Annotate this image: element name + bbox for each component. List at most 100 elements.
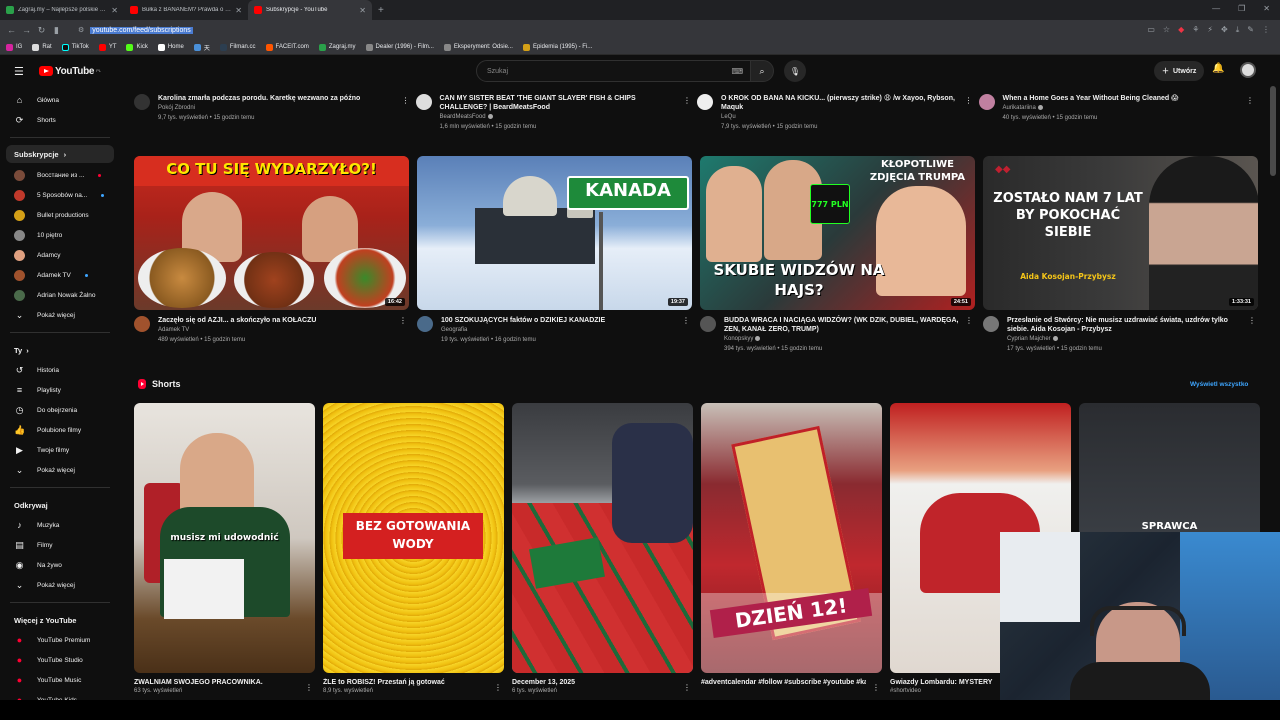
- bookmark-item[interactable]: FACEIT.com: [265, 43, 309, 51]
- video-title[interactable]: 100 SZOKUJĄCYCH faktów o DZIKIEJ KANADZI…: [441, 316, 605, 325]
- minimize-icon[interactable]: —: [1212, 4, 1220, 13]
- close-window-icon[interactable]: ✕: [1263, 4, 1270, 13]
- video-card[interactable]: When a Home Goes a Year Without Being Cl…: [978, 86, 1261, 132]
- puzzle-icon[interactable]: ✥: [1221, 25, 1228, 35]
- extension-icon[interactable]: ⚡: [1207, 25, 1213, 35]
- maximize-icon[interactable]: ❐: [1238, 4, 1245, 13]
- channel-avatar[interactable]: [417, 316, 433, 332]
- short-card[interactable]: musisz mi udowodnić ZWALNIAM SWOJEGO PRA…: [134, 403, 315, 696]
- more-options-icon[interactable]: ⋮: [305, 683, 313, 692]
- video-card[interactable]: Karolina zmarła podczas porodu. Karetkę …: [134, 86, 416, 132]
- youtube-logo[interactable]: YouTube PL: [39, 66, 101, 77]
- bookmark-icon[interactable]: ▮: [49, 25, 64, 36]
- sidebar-channel[interactable]: Восстание из ...: [0, 165, 120, 185]
- video-title[interactable]: When a Home Goes a Year Without Being Cl…: [1003, 94, 1238, 103]
- more-options-icon[interactable]: ⋮: [683, 96, 691, 105]
- page-scrollbar[interactable]: [1270, 86, 1276, 176]
- close-icon[interactable]: ✕: [235, 6, 242, 15]
- keyboard-icon[interactable]: ⌨: [731, 67, 743, 76]
- video-card[interactable]: KANADA 19:37 100 SZOKUJĄCYCH faktów o DZ…: [417, 156, 692, 354]
- sidebar-item-your-videos[interactable]: ▶ Twoje filmy: [0, 440, 120, 460]
- more-options-icon[interactable]: ⋮: [965, 316, 973, 325]
- sidebar-show-more[interactable]: ⌄ Pokaż więcej: [0, 305, 120, 325]
- sidebar-channel[interactable]: Adamcy: [0, 245, 120, 265]
- back-icon[interactable]: ←: [4, 25, 19, 35]
- channel-name[interactable]: Konopskyy: [724, 336, 753, 342]
- more-options-icon[interactable]: ⋮: [494, 683, 502, 692]
- channel-avatar[interactable]: [134, 94, 150, 110]
- search-button[interactable]: ⌕: [750, 60, 774, 82]
- short-card[interactable]: DZIEŃ 12! #adventcalendar #follow #subsc…: [701, 403, 882, 696]
- download-icon[interactable]: ⤓: [1236, 25, 1240, 35]
- reload-icon[interactable]: ↻: [34, 25, 49, 36]
- channel-name[interactable]: Pokój Zbrodni: [158, 104, 416, 113]
- more-options-icon[interactable]: ⋮: [682, 316, 690, 325]
- extension-icon[interactable]: ⚘: [1192, 25, 1199, 35]
- video-thumbnail[interactable]: ◆◆ ZOSTAŁO NAM 7 LAT BY POKOCHAĆ SIEBIE …: [983, 156, 1258, 310]
- sidebar-channel[interactable]: Adrian Nowak Żalno: [0, 285, 120, 305]
- bookmark-item[interactable]: Zagraj.my: [318, 43, 356, 51]
- edit-icon[interactable]: ✎: [1247, 25, 1254, 35]
- forward-icon[interactable]: →: [19, 25, 34, 35]
- sidebar-item-music[interactable]: ♪ Muzyka: [0, 515, 120, 535]
- bookmark-item[interactable]: Home: [157, 43, 184, 51]
- notifications-bell-icon[interactable]: 🔔: [1212, 63, 1224, 74]
- sidebar-item-shorts[interactable]: ⟳ Shorts: [0, 110, 120, 130]
- bookmark-item[interactable]: YT: [98, 43, 116, 51]
- browser-tab[interactable]: Bułka z BANANEM? Prawda o Subsk✕: [124, 0, 248, 20]
- video-thumbnail[interactable]: KANADA 19:37: [417, 156, 692, 310]
- channel-avatar[interactable]: [415, 94, 432, 110]
- sidebar-show-more[interactable]: ⌄ Pokaż więcej: [0, 575, 120, 595]
- more-options-icon[interactable]: ⋮: [965, 96, 973, 105]
- more-options-icon[interactable]: ⋮: [683, 683, 691, 692]
- short-title[interactable]: #adventcalendar #follow #subscribe #yout…: [701, 678, 866, 687]
- short-card[interactable]: December 13, 2025 6 tys. wyświetleń ⋮: [512, 403, 693, 696]
- sidebar-channel[interactable]: Adamek TV: [0, 265, 120, 285]
- star-icon[interactable]: ☆: [1163, 25, 1170, 35]
- more-options-icon[interactable]: ⋮: [399, 316, 407, 325]
- video-thumbnail[interactable]: KŁOPOTLIWE ZDJĘCIA TRUMPA 777 PLN SKUBIE…: [700, 156, 975, 310]
- channel-avatar[interactable]: [697, 94, 713, 110]
- more-options-icon[interactable]: ⋮: [1246, 96, 1254, 105]
- sidebar-item-live[interactable]: ◉ Na żywo: [0, 555, 120, 575]
- avatar[interactable]: [1240, 62, 1256, 78]
- bookmark-item[interactable]: TikTok: [61, 43, 89, 51]
- channel-name[interactable]: Aurikatariina: [1003, 105, 1036, 111]
- show-all-shorts-link[interactable]: Wyświetl wszystko: [1190, 381, 1248, 388]
- channel-name[interactable]: BeardMeatsFood: [440, 114, 486, 120]
- sidebar-item-subscriptions[interactable]: Subskrypcje ›: [6, 145, 114, 163]
- sidebar-channel[interactable]: 5 Sposobów na...: [0, 185, 120, 205]
- sidebar-item-history[interactable]: ↺ Historia: [0, 360, 120, 380]
- bookmark-item[interactable]: Dealer (1996) - Film...: [365, 43, 434, 51]
- search-input[interactable]: Szukaj ⌨: [476, 60, 752, 82]
- voice-search-button[interactable]: 🎙: [784, 60, 806, 82]
- short-thumbnail[interactable]: DZIEŃ 12!: [701, 403, 882, 673]
- bookmark-item[interactable]: 天: [193, 43, 210, 52]
- menu-icon[interactable]: ⋮: [1262, 25, 1270, 35]
- sidebar-item-music-app[interactable]: ● YouTube Music: [0, 670, 120, 690]
- short-thumbnail[interactable]: [512, 403, 693, 673]
- video-thumbnail[interactable]: CO TU SIĘ WYDARZYŁO?! 16:42: [134, 156, 409, 310]
- close-icon[interactable]: ✕: [111, 6, 118, 15]
- channel-avatar[interactable]: [978, 94, 995, 110]
- new-tab-button[interactable]: +: [372, 5, 390, 16]
- create-button[interactable]: ＋ Utwórz: [1154, 61, 1205, 81]
- video-title[interactable]: O KROK OD BANA NA KICKU... (pierwszy str…: [721, 94, 956, 112]
- sidebar-channel[interactable]: 10 piętro: [0, 225, 120, 245]
- short-title[interactable]: December 13, 2025: [512, 678, 677, 687]
- more-options-icon[interactable]: ⋮: [1248, 316, 1256, 325]
- sidebar-item-studio[interactable]: ● YouTube Studio: [0, 650, 120, 670]
- sidebar-item-playlists[interactable]: ≡ Playlisty: [0, 380, 120, 400]
- url-text[interactable]: youtube.com/feed/subscriptions: [90, 26, 193, 34]
- video-card[interactable]: CAN MY SISTER BEAT 'THE GIANT SLAYER' FI…: [415, 86, 698, 132]
- sidebar-show-more[interactable]: ⌄ Pokaż więcej: [0, 460, 120, 480]
- more-options-icon[interactable]: ⋮: [402, 96, 410, 105]
- sidebar-item-home[interactable]: ⌂ Główna: [0, 90, 120, 110]
- short-card[interactable]: BEZ GOTOWANIA WODY ŹLE to ROBISZ! Przest…: [323, 403, 504, 696]
- video-card[interactable]: KŁOPOTLIWE ZDJĘCIA TRUMPA 777 PLN SKUBIE…: [700, 156, 975, 354]
- video-card[interactable]: CO TU SIĘ WYDARZYŁO?! 16:42 Zaczęło się …: [134, 156, 409, 354]
- bookmark-item[interactable]: Kick: [126, 43, 148, 51]
- video-title[interactable]: BUDDA WRACA I NACIĄGA WIDZÓW? (WK DZIK, …: [724, 316, 959, 334]
- channel-avatar[interactable]: [983, 316, 999, 332]
- extension-icon[interactable]: ◆: [1178, 25, 1184, 35]
